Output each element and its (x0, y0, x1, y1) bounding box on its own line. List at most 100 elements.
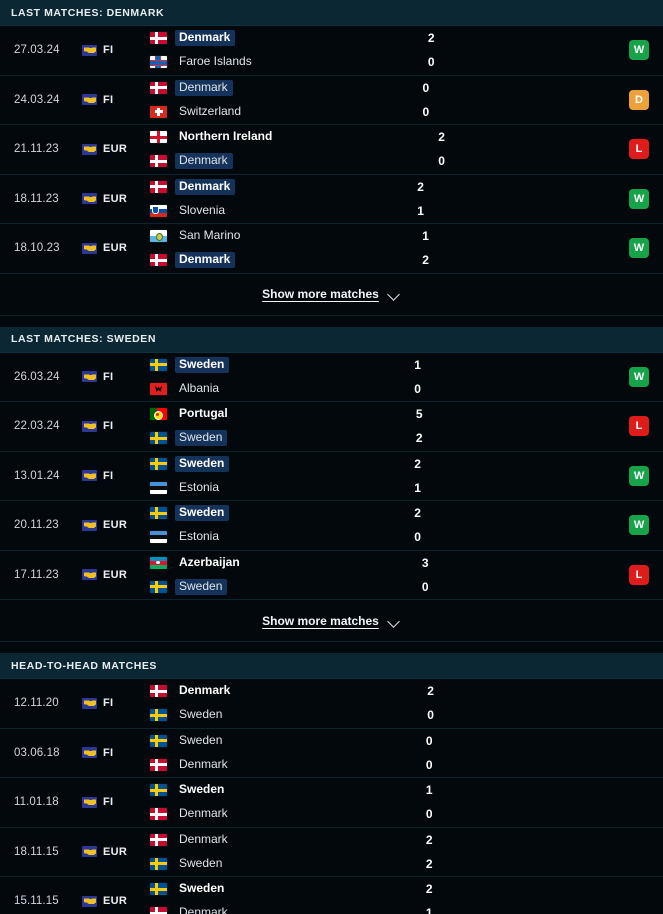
show-more-matches-button-denmark[interactable]: Show more matches (0, 273, 663, 316)
team-line: Denmark (150, 153, 393, 170)
match-date: 18.10.23 (14, 242, 60, 255)
show-more-matches-button-sweden[interactable]: Show more matches (0, 600, 663, 642)
match-row[interactable]: 12.11.20 FI Denmark Sweden 2 0 (0, 679, 663, 729)
match-row[interactable]: 18.11.23 EUR Denmark Slovenia 2 1 W (0, 174, 663, 224)
northern-ireland-flag-icon (150, 131, 167, 144)
competition-cell[interactable]: FI (82, 796, 150, 808)
team-name: Denmark (179, 683, 231, 698)
team-name: Albania (179, 380, 220, 395)
match-row[interactable]: 11.01.18 FI Sweden Denmark 1 0 (0, 778, 663, 828)
team-name: Sweden (175, 505, 230, 522)
competition-cell[interactable]: EUR (82, 242, 150, 254)
score-cell: 20 (369, 506, 489, 545)
result-badge: W (629, 188, 650, 209)
team-line: Denmark (150, 906, 381, 914)
match-date: 24.03.24 (14, 93, 60, 106)
competition-label: FI (103, 746, 114, 759)
teams-cell: San Marino Denmark (150, 228, 377, 269)
teams-cell: Sweden Estonia (150, 455, 369, 495)
competition-cell[interactable]: FI (82, 44, 150, 56)
team-name: Denmark (175, 178, 236, 195)
competition-cell[interactable]: FI (82, 94, 150, 106)
match-row[interactable]: 13.01.24 FI Sweden Estonia 2 1 W (0, 451, 663, 501)
team-name: Denmark (179, 756, 228, 771)
score-home: 2 (425, 882, 433, 897)
match-row[interactable]: 03.06.18 FI Sweden Denmark 0 0 (0, 728, 663, 778)
score-cell: 20 (382, 684, 502, 723)
result-badge: W (629, 515, 650, 536)
score-away: 0 (414, 530, 421, 545)
competition-cell[interactable]: EUR (82, 895, 150, 907)
score-away: 0 (425, 757, 433, 772)
competition-cell[interactable]: EUR (82, 519, 150, 531)
team-name: Sweden (179, 707, 223, 722)
result-cell: L (491, 416, 663, 437)
match-row[interactable]: 20.11.23 EUR Sweden Estonia 2 0 W (0, 501, 663, 551)
match-row[interactable]: 18.10.23 EUR San Marino Denmark 1 2 W (0, 224, 663, 274)
competition-cell[interactable]: EUR (82, 569, 150, 581)
competition-label: EUR (103, 568, 128, 581)
competition-cell[interactable]: FI (82, 371, 150, 383)
team-name: San Marino (179, 228, 241, 243)
team-line: Portugal (150, 407, 371, 422)
match-row[interactable]: 24.03.24 FI Denmark Switzerland 0 0 D (0, 75, 663, 125)
section-title: LAST MATCHES: SWEDEN (11, 333, 156, 345)
score-home: 2 (427, 31, 435, 46)
result-badge: L (629, 139, 650, 160)
competition-cell[interactable]: EUR (82, 143, 150, 155)
denmark-flag-icon (150, 32, 167, 45)
competition-cell[interactable]: FI (82, 420, 150, 432)
slovenia-flag-icon (150, 204, 167, 217)
score-away: 1 (414, 480, 421, 495)
section-spacer (0, 642, 663, 653)
competition-badge-icon (82, 519, 97, 531)
competition-cell[interactable]: EUR (82, 846, 150, 858)
match-row[interactable]: 22.03.24 FI Portugal Sweden 5 2 L (0, 402, 663, 452)
competition-cell[interactable]: FI (82, 697, 150, 709)
match-row[interactable]: 15.11.15 EUR Sweden Denmark 2 1 (0, 877, 663, 914)
competition-badge-icon (82, 895, 97, 907)
score-home: 3 (421, 555, 429, 570)
faroe-flag-icon (150, 56, 167, 69)
score-home: 2 (414, 456, 421, 471)
competition-label: FI (103, 469, 114, 482)
match-row[interactable]: 27.03.24 FI Denmark Faroe Islands 2 0 W (0, 26, 663, 76)
team-name: Denmark (175, 252, 236, 269)
score-home: 1 (425, 783, 433, 798)
score-home: 0 (425, 733, 433, 748)
score-away: 2 (415, 431, 423, 446)
team-name: Faroe Islands (179, 54, 252, 69)
team-name: Switzerland (179, 103, 242, 118)
result-cell: L (497, 564, 663, 585)
score-cell: 10 (369, 357, 489, 396)
section-title: HEAD-TO-HEAD MATCHES (11, 659, 157, 672)
competition-cell[interactable]: FI (82, 747, 150, 759)
competition-label: FI (103, 93, 114, 106)
competition-cell[interactable]: FI (82, 470, 150, 482)
competition-label: FI (103, 44, 114, 57)
score-home: 2 (414, 506, 421, 521)
result-badge: W (629, 465, 650, 486)
team-line: Denmark (150, 684, 382, 699)
team-name: Estonia (179, 529, 220, 544)
team-line: Sweden (150, 578, 377, 595)
match-row[interactable]: 18.11.15 EUR Denmark Sweden 2 2 (0, 827, 663, 877)
team-line: Denmark (150, 79, 378, 96)
competition-badge-icon (82, 846, 97, 858)
estonia-flag-icon (150, 531, 167, 544)
team-line: Denmark (150, 252, 377, 269)
team-name: Sweden (175, 578, 228, 595)
result-badge: D (629, 89, 649, 110)
team-name: Sweden (179, 855, 223, 870)
score-away: 2 (422, 253, 429, 268)
match-row[interactable]: 26.03.24 FI Sweden Albania 1 0 W (0, 352, 663, 402)
sweden-flag-icon (150, 734, 167, 747)
match-row[interactable]: 17.11.23 EUR Azerbaijan Sweden 3 0 L (0, 550, 663, 600)
denmark-flag-icon (150, 254, 167, 267)
denmark-flag-icon (150, 685, 167, 698)
team-name: Denmark (175, 79, 233, 96)
team-line: Denmark (150, 30, 383, 47)
match-row[interactable]: 21.11.23 EUR Northern Ireland Denmark 2 0 L (0, 125, 663, 175)
team-line: Sweden (150, 430, 371, 447)
competition-cell[interactable]: EUR (82, 193, 150, 205)
